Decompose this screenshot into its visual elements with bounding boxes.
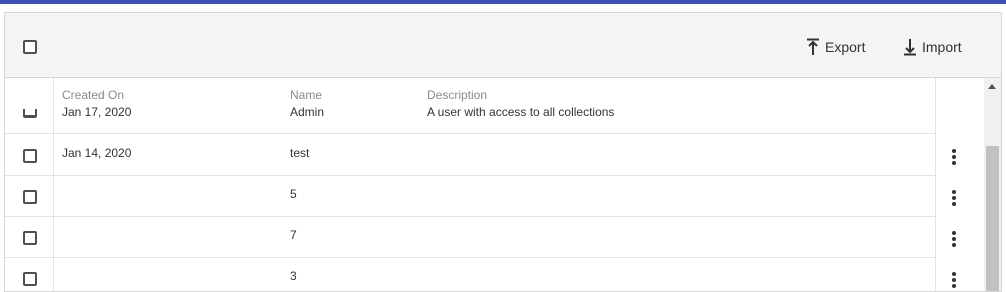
table-row[interactable]: 7: [5, 216, 956, 258]
top-accent-bar: [0, 0, 1006, 4]
column-header-created-on-label: Created On: [62, 88, 125, 102]
scroll-up-arrow-icon[interactable]: [988, 84, 996, 89]
cell-name: Admin: [290, 105, 325, 119]
cell-created-on: Jan 17, 2020: [62, 105, 132, 119]
table-row[interactable]: 5: [5, 175, 956, 217]
table-toolbar: Export Import: [5, 13, 1001, 78]
table-row[interactable]: Jan 14, 2020 test: [5, 134, 956, 176]
import-label: Import: [922, 39, 962, 55]
row-menu-icon[interactable]: [952, 149, 956, 165]
row-checkbox[interactable]: [23, 190, 37, 204]
header-cover: [54, 78, 935, 104]
export-button[interactable]: Export: [806, 37, 865, 57]
cell-description: A user with access to all collections: [427, 105, 615, 119]
row-menu-icon[interactable]: [952, 231, 956, 247]
table-panel: Export Import Created On Name Descriptio…: [4, 12, 1002, 292]
column-divider: [935, 78, 936, 291]
cell-name: 5: [290, 187, 297, 201]
cell-name: 3: [290, 269, 297, 283]
vertical-scrollbar[interactable]: [984, 78, 1001, 291]
select-all-checkbox[interactable]: [23, 40, 37, 54]
export-icon: [807, 38, 819, 55]
import-button[interactable]: Import: [903, 37, 962, 57]
row-checkbox-partial[interactable]: [23, 109, 37, 117]
cell-name: 7: [290, 228, 297, 242]
table-row[interactable]: 3: [5, 257, 956, 291]
row-checkbox[interactable]: [23, 231, 37, 245]
row-checkbox[interactable]: [23, 149, 37, 163]
column-header-description-label: Description: [427, 88, 488, 102]
row-menu-icon[interactable]: [952, 190, 956, 206]
row-menu-icon[interactable]: [952, 272, 956, 288]
table-grid: Created On Name Description Jan 17, 2020…: [5, 78, 984, 291]
import-icon: [904, 39, 916, 56]
export-label: Export: [825, 39, 866, 55]
scrollbar-thumb[interactable]: [986, 146, 999, 291]
cell-name: test: [290, 146, 310, 160]
cell-created-on: Jan 14, 2020: [62, 146, 132, 160]
checkbox-column-cover: [5, 78, 53, 112]
column-header-name-label: Name: [290, 88, 323, 102]
